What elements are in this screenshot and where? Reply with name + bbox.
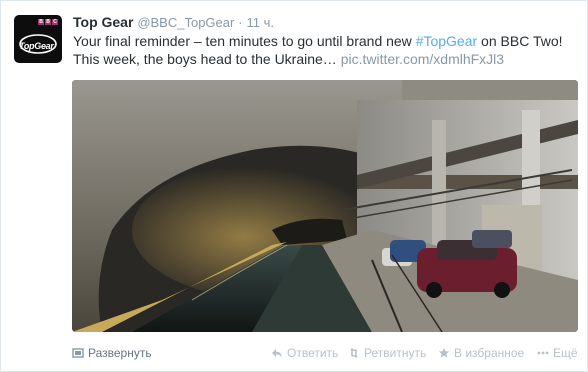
- tweet-text-part1: Your final reminder – ten minutes to go …: [73, 33, 416, 49]
- reply-button[interactable]: Ответить: [271, 345, 338, 361]
- tunnel-photo: [72, 80, 578, 332]
- media-expand-icon: [72, 347, 84, 359]
- tweet-photo[interactable]: [72, 80, 578, 332]
- reply-label: Ответить: [287, 346, 339, 360]
- retweet-label: Ретвитнуть: [364, 346, 427, 360]
- avatar-logo-text: TopGear: [19, 41, 54, 51]
- pic-link[interactable]: pic.twitter.com/xdmlhFxJl3: [341, 51, 504, 67]
- bbc-logo: B B C: [38, 19, 58, 25]
- tweet-header: Top Gear @BBC_TopGear · 11 ч.: [73, 14, 274, 30]
- expand-label: Развернуть: [88, 346, 152, 360]
- author-handle[interactable]: @BBC_TopGear: [137, 15, 234, 30]
- expand-button[interactable]: Развернуть: [72, 345, 152, 361]
- favorite-button[interactable]: В избранное: [438, 345, 524, 361]
- tweet-text: Your final reminder – ten minutes to go …: [73, 32, 581, 68]
- more-button[interactable]: Ещё: [537, 345, 578, 361]
- more-label: Ещё: [553, 346, 578, 360]
- author-name[interactable]: Top Gear: [73, 14, 133, 30]
- avatar[interactable]: B B C TopGear: [14, 15, 62, 63]
- favorite-label: В избранное: [454, 346, 525, 360]
- tweet-timestamp[interactable]: 11 ч.: [246, 15, 274, 30]
- ellipsis-icon: [537, 347, 549, 359]
- reply-arrow-icon: [271, 347, 283, 359]
- hashtag-link[interactable]: #TopGear: [416, 33, 477, 49]
- tweet-card[interactable]: B B C TopGear Top Gear @BBC_TopGear · 11…: [0, 0, 588, 372]
- header-separator: ·: [238, 15, 243, 30]
- retweet-icon: [348, 347, 360, 359]
- retweet-button[interactable]: Ретвитнуть: [348, 345, 426, 361]
- star-icon: [438, 347, 450, 359]
